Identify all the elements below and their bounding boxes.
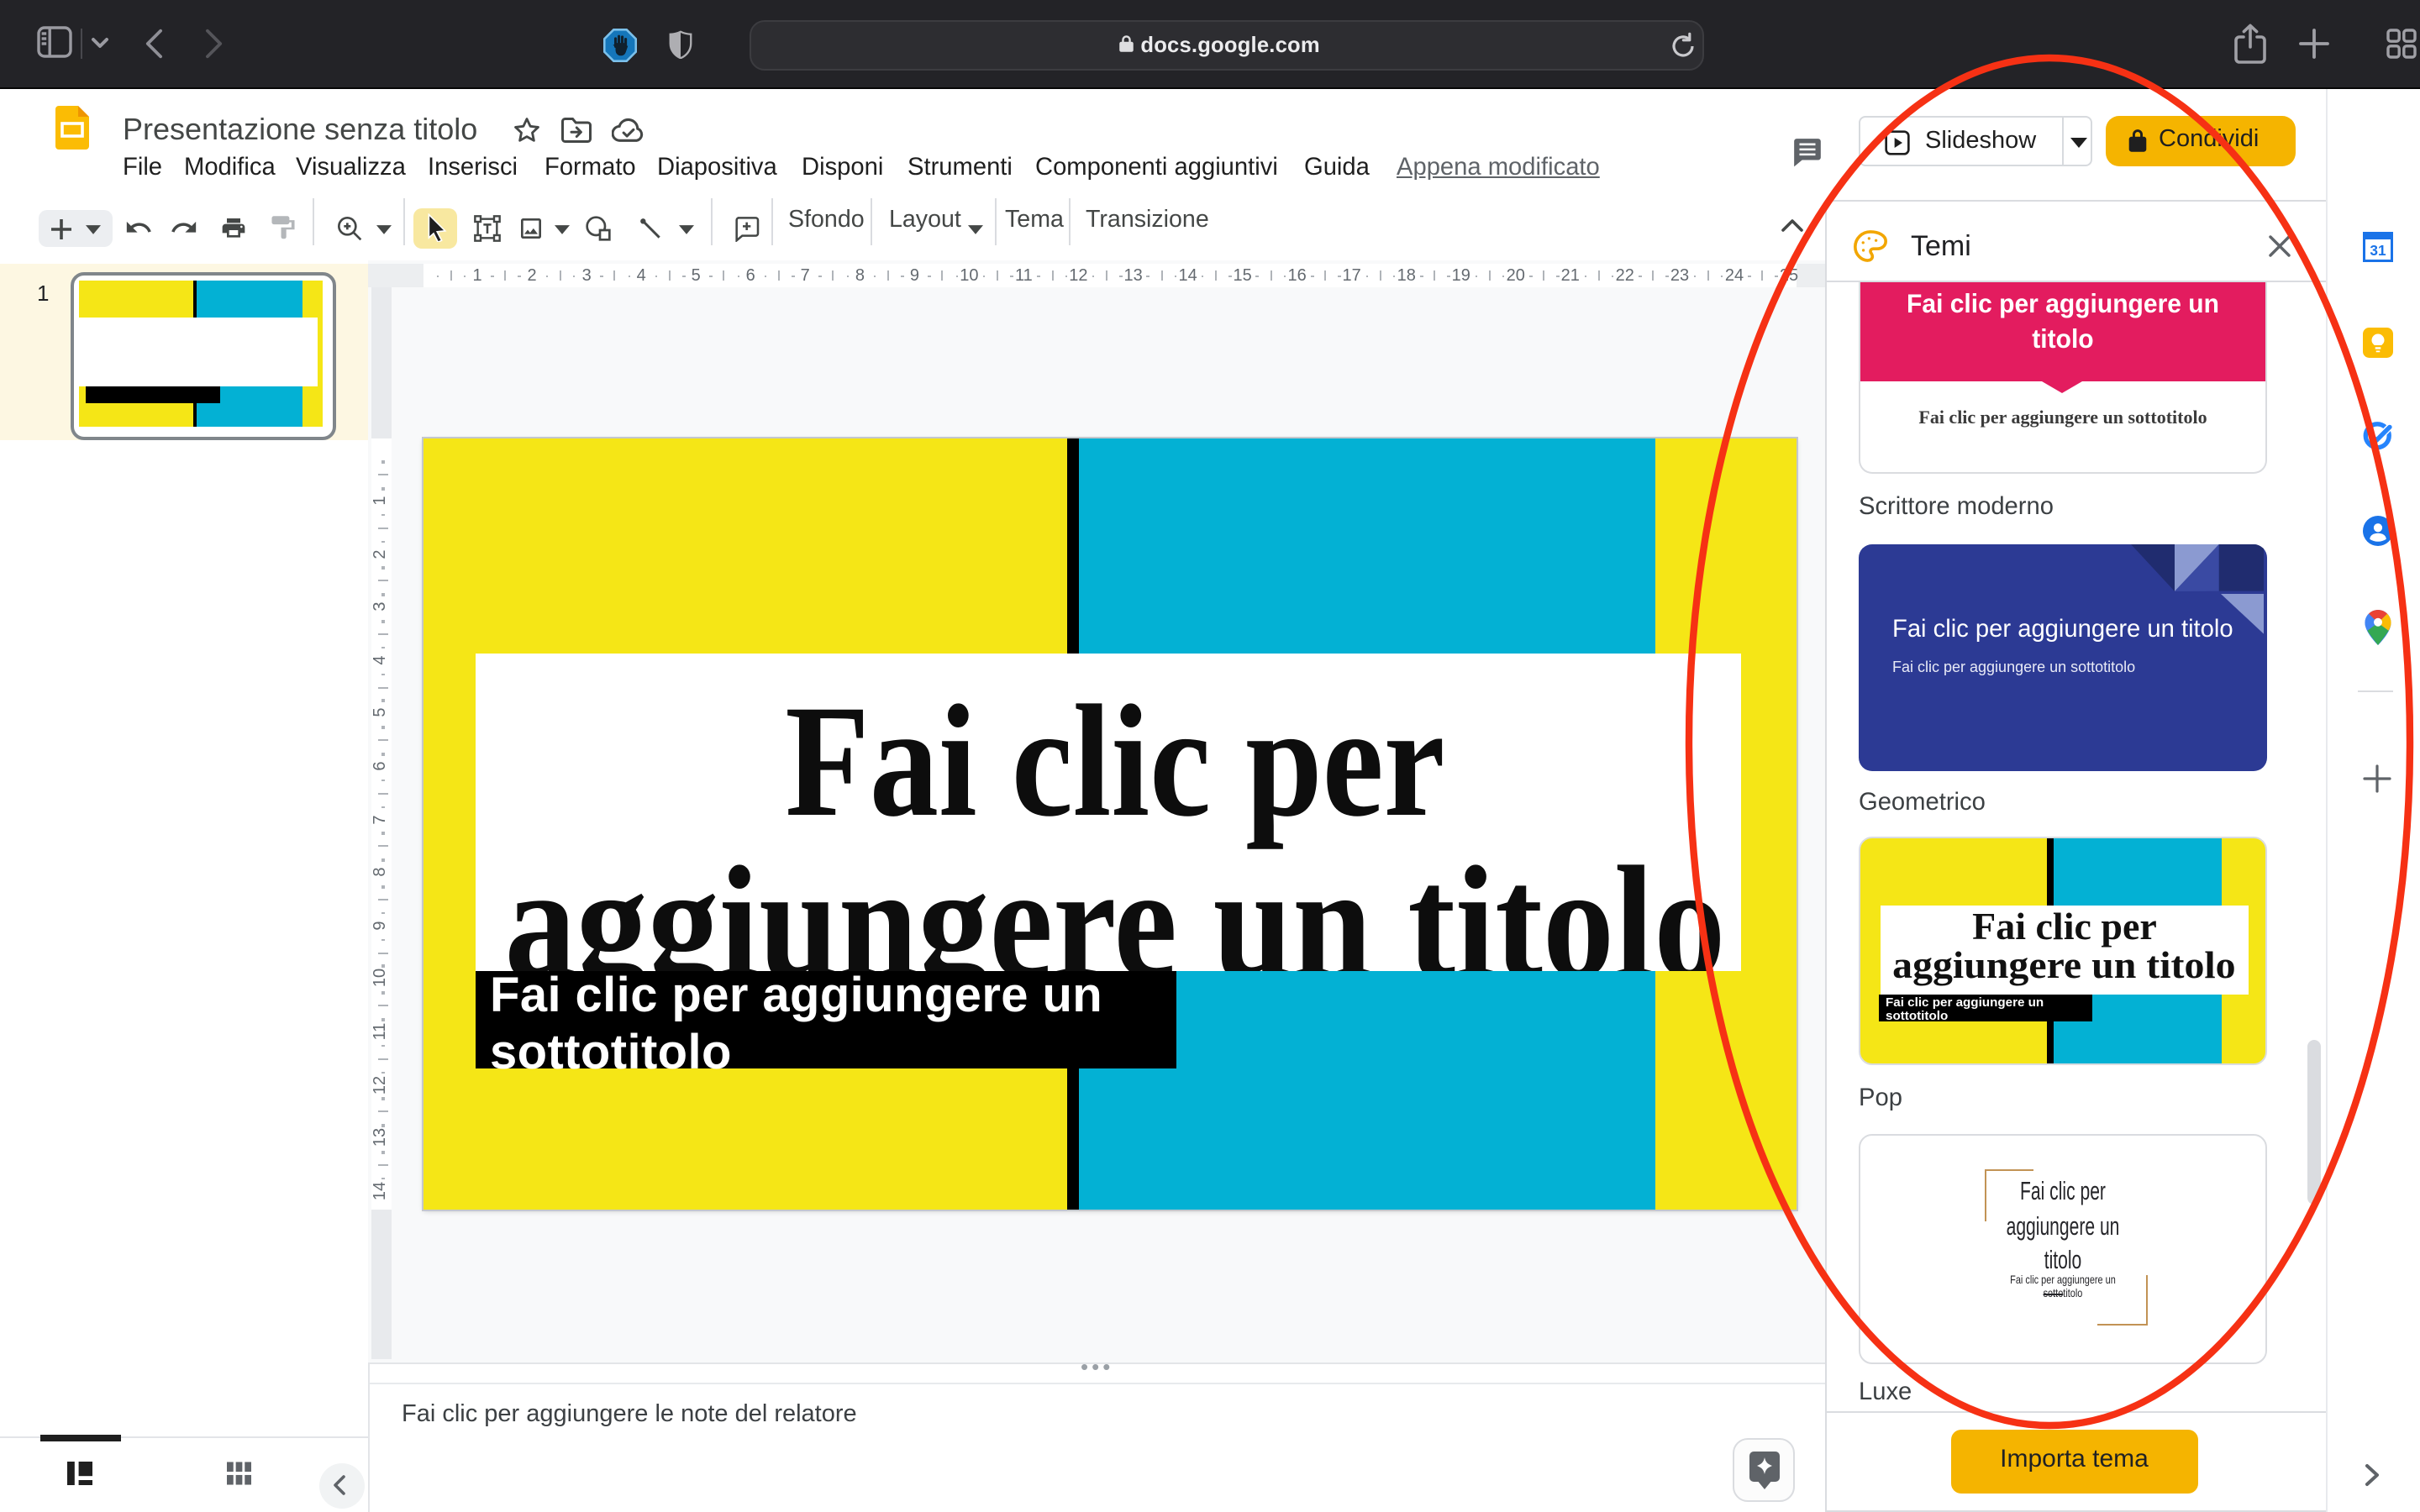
svg-text:31: 31 [2370, 241, 2386, 258]
